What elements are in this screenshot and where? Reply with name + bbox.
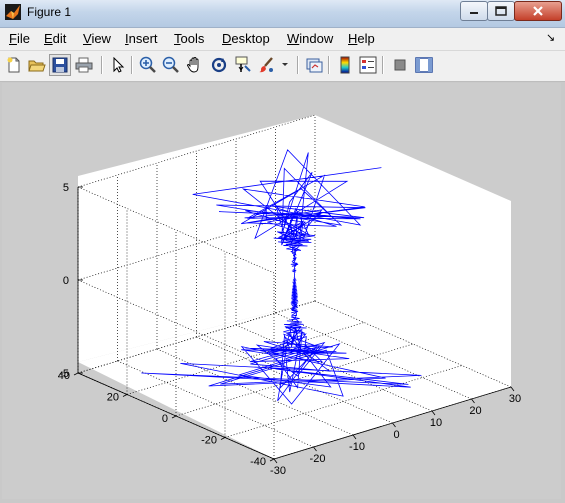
x-tick-label: -10 [349,441,365,453]
insert-legend-button[interactable] [357,54,379,76]
close-icon [533,6,543,16]
new-figure-icon [7,57,20,73]
axes-3d[interactable]: -30-20-100102030-40-2002040-505 [2,83,561,499]
y-tick-mark [122,394,128,397]
dock-arrow-icon[interactable]: ↘ [546,31,555,44]
z-tick-label: 0 [63,275,69,287]
save-figure-icon [52,57,68,73]
zoom-in-button[interactable] [137,54,159,76]
link-plot-icon [306,58,323,73]
rotate-3d-button[interactable] [208,54,230,76]
y-tick-mark [220,437,226,440]
y-tick-label: 0 [162,413,168,425]
show-plot-tools-button[interactable] [413,54,435,76]
menu-bar: File Edit View Insert Tools Desktop Wind… [0,28,565,51]
brush-dropdown-button[interactable] [278,54,292,76]
open-file-icon [28,60,46,72]
x-tick-mark [392,422,396,428]
insert-colorbar-button[interactable] [334,54,356,76]
toolbar-separator [297,56,299,74]
y-tick-label: -40 [250,456,266,468]
menu-view[interactable]: View [83,31,111,46]
maximize-icon [495,6,507,16]
y-tick-mark [269,458,275,462]
new-figure-button[interactable] [3,54,25,76]
toolbar-separator [382,56,384,74]
window-title: Figure 1 [27,5,72,19]
y-tick-mark [171,415,177,419]
show-plot-tools-icon [415,57,433,73]
y-tick-label: -20 [201,435,217,447]
x-tick-mark [510,386,515,392]
toolbar-separator [328,56,330,74]
menu-insert[interactable]: Insert [125,31,158,46]
menu-desktop[interactable]: Desktop [222,31,270,46]
x-tick-label: -30 [270,465,286,477]
x-tick-mark [431,410,436,416]
matlab-icon [5,4,21,20]
x-tick-mark [471,398,475,404]
toolbar-separator [131,56,133,74]
z-tick-label: 5 [63,182,69,194]
y-tick-label: 20 [107,392,119,404]
x-tick-mark [313,446,317,452]
zoom-out-button[interactable] [160,54,182,76]
link-plot-button[interactable] [303,54,325,76]
brush-button[interactable] [256,54,278,76]
zoom-in-icon [139,56,156,73]
title-bar[interactable]: Figure 1 [0,0,565,28]
insert-colorbar-icon [340,56,350,74]
hide-plot-tools-button[interactable] [389,54,411,76]
x-tick-mark [352,434,357,440]
x-tick-label: 10 [430,417,442,429]
edit-plot-button[interactable] [107,54,129,76]
zoom-out-icon [162,56,179,73]
x-tick-label: 0 [393,429,399,441]
menu-edit[interactable]: Edit [44,31,66,46]
open-file-button[interactable] [26,54,48,76]
edit-plot-icon [113,57,125,73]
figure-window: Figure 1 File Edit View Insert Tools Des… [0,0,565,503]
x-tick-label: 20 [469,405,481,417]
figure-canvas: -30 -20 -10 0 10 20 30 -40 -20 0 20 40 -5 0 5 [2,83,561,499]
close-button[interactable] [514,1,562,21]
menu-window[interactable]: Window [287,31,333,46]
menu-tools[interactable]: Tools [174,31,204,46]
y-tick-mark [73,372,79,376]
rotate-3d-icon [211,57,227,73]
pan-button[interactable] [184,54,206,76]
toolbar-separator [101,56,103,74]
pan-icon [187,57,199,73]
data-cursor-button[interactable] [232,54,254,76]
x-tick-label: -20 [310,453,326,465]
print-figure-icon [75,57,93,73]
hide-plot-tools-icon [394,59,406,71]
data-cursor-icon [235,56,251,72]
z-tick-label: -5 [59,368,69,380]
brush-icon [259,57,273,73]
maximize-button[interactable] [487,1,515,21]
x-tick-label: 30 [509,393,521,405]
chevron-down-icon [282,63,288,66]
minimize-button[interactable] [460,1,488,21]
save-figure-button[interactable] [49,54,71,76]
figure-toolbar [0,51,565,82]
x-tick-mark [273,458,278,464]
minimize-icon [470,12,478,14]
print-figure-button[interactable] [73,54,95,76]
menu-help[interactable]: Help [348,31,375,46]
menu-file[interactable]: File [9,31,30,46]
insert-legend-icon [359,56,377,74]
